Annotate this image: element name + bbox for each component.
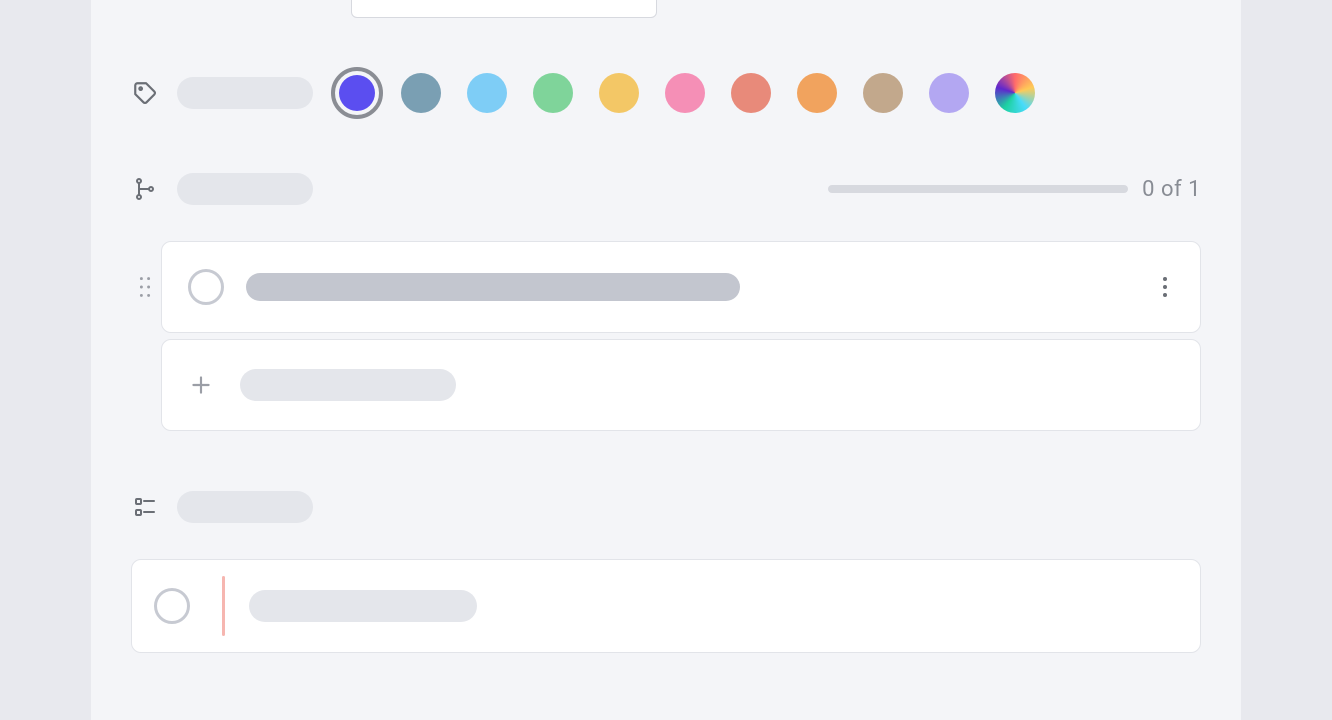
subtasks-progress: 0 of 1 <box>828 177 1201 202</box>
subtask-menu-button[interactable] <box>1156 269 1174 305</box>
color-swatch-pink[interactable] <box>665 73 705 113</box>
plus-icon <box>188 372 218 398</box>
color-swatch-green[interactable] <box>533 73 573 113</box>
tag-icon <box>131 79 159 107</box>
subtasks-section-header: 0 of 1 <box>131 173 1201 205</box>
list-check-icon <box>131 493 159 521</box>
linked-section-header <box>131 491 1201 523</box>
color-swatch-lavender[interactable] <box>929 73 969 113</box>
color-swatch-coral[interactable] <box>731 73 771 113</box>
linked-section-label <box>177 491 313 523</box>
color-swatch-rainbow[interactable] <box>995 73 1035 113</box>
color-swatch-steel-blue[interactable] <box>401 73 441 113</box>
subtask-title-placeholder[interactable] <box>246 273 740 301</box>
color-section <box>131 73 1201 113</box>
linked-item-title-placeholder <box>249 590 477 622</box>
color-swatch-yellow[interactable] <box>599 73 639 113</box>
color-swatch-purple[interactable] <box>339 75 375 111</box>
subtasks-icon <box>131 175 159 203</box>
color-swatch-row <box>339 73 1035 113</box>
color-swatch-tan[interactable] <box>863 73 903 113</box>
editor-panel: 0 of 1 <box>91 0 1241 720</box>
drag-handle-icon[interactable] <box>138 275 152 299</box>
subtask-item[interactable] <box>161 241 1201 333</box>
overdue-indicator <box>222 576 225 636</box>
add-subtask-label <box>240 369 456 401</box>
linked-item-checkbox[interactable] <box>154 588 190 624</box>
color-swatch-sky-blue[interactable] <box>467 73 507 113</box>
add-subtask-button[interactable] <box>161 339 1201 431</box>
color-section-label <box>177 77 313 109</box>
linked-item[interactable] <box>131 559 1201 653</box>
text-input[interactable] <box>351 0 657 18</box>
progress-bar <box>828 185 1128 193</box>
title-input-area <box>351 0 1201 18</box>
color-swatch-orange[interactable] <box>797 73 837 113</box>
subtask-checkbox[interactable] <box>188 269 224 305</box>
progress-text: 0 of 1 <box>1142 177 1201 202</box>
subtasks-section-label <box>177 173 313 205</box>
